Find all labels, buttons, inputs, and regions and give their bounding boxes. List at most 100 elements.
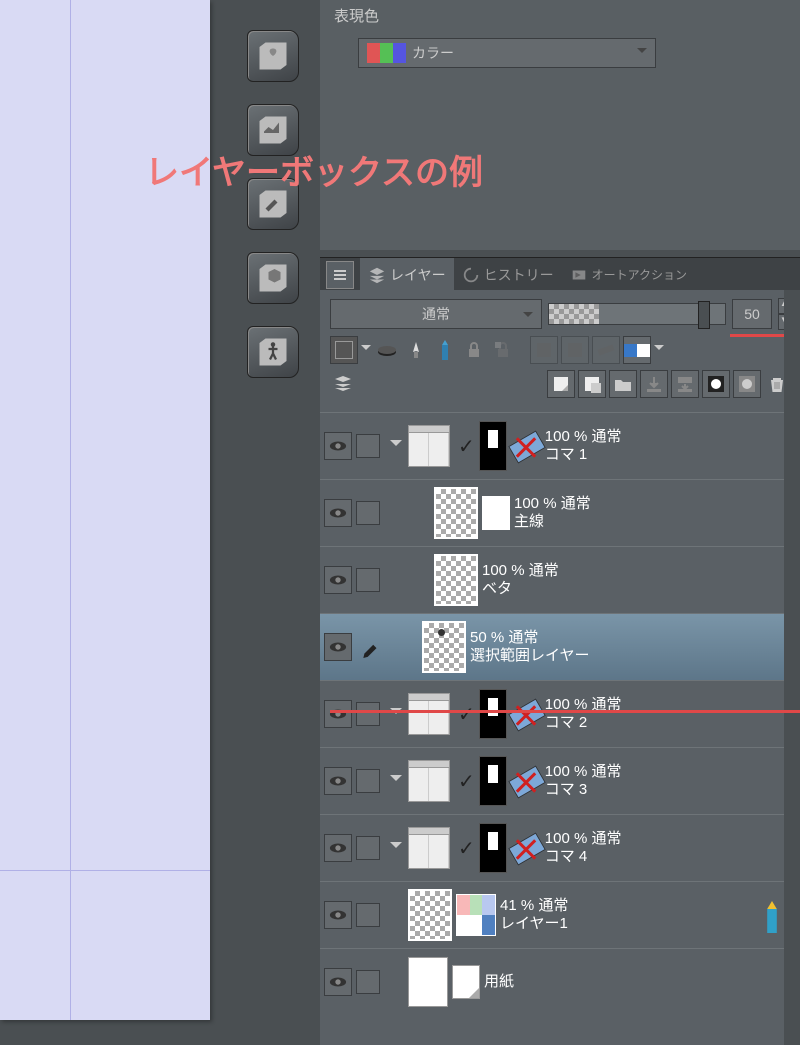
- layer-info: 100 % 通常: [545, 830, 622, 848]
- ruler-disabled-icon[interactable]: [511, 431, 541, 461]
- material-favorites-icon[interactable]: [247, 30, 299, 82]
- tab-autoaction[interactable]: オートアクション: [562, 258, 695, 291]
- lock-slot[interactable]: [356, 836, 380, 860]
- autoaction-icon: [570, 266, 588, 284]
- mask-thumbnail[interactable]: [479, 689, 507, 739]
- layer-name[interactable]: 主線: [514, 513, 591, 531]
- draft-layer-button[interactable]: [432, 337, 458, 363]
- new-raster-layer-button[interactable]: [547, 370, 575, 398]
- visibility-toggle[interactable]: [324, 834, 352, 862]
- transfer-down-button[interactable]: [640, 370, 668, 398]
- lock-slot[interactable]: [356, 970, 380, 994]
- visibility-toggle[interactable]: [324, 432, 352, 460]
- lock-slot[interactable]: [356, 501, 380, 525]
- lock-transparent-button[interactable]: [490, 337, 516, 363]
- color-mode-value: カラー: [412, 43, 454, 63]
- draft-pencil-icon: [764, 900, 780, 934]
- folder-thumbnail: [408, 760, 450, 802]
- layer-name[interactable]: コマ 3: [545, 781, 622, 799]
- dropdown-arrow-icon: [523, 312, 533, 322]
- folder-thumbnail: [408, 827, 450, 869]
- layer-row[interactable]: ✓ 100 % 通常コマ 1: [320, 412, 800, 479]
- layer-thumbnail[interactable]: [434, 487, 478, 539]
- lock-slot[interactable]: [356, 903, 380, 927]
- expand-toggle[interactable]: [390, 440, 402, 452]
- layer-thumbnail[interactable]: [434, 554, 478, 606]
- checkmark-icon: ✓: [458, 702, 475, 727]
- new-folder-button[interactable]: [609, 370, 637, 398]
- visibility-toggle[interactable]: [324, 566, 352, 594]
- visibility-toggle[interactable]: [324, 633, 352, 661]
- tab-history[interactable]: ヒストリー: [454, 258, 562, 291]
- layer-row[interactable]: ✓ 100 % 通常コマ 2: [320, 680, 800, 747]
- lock-slot[interactable]: [356, 434, 380, 458]
- tab-layer-label: レイヤー: [390, 265, 446, 285]
- ruler-show-button[interactable]: [592, 336, 620, 364]
- apply-mask-button[interactable]: [733, 370, 761, 398]
- visibility-toggle[interactable]: [324, 499, 352, 527]
- layer-name[interactable]: 選択範囲レイヤー: [470, 647, 590, 665]
- layer-row[interactable]: 50 % 通常選択範囲レイヤー: [320, 613, 800, 680]
- opacity-slider[interactable]: [548, 303, 726, 325]
- layer-thumbnail[interactable]: [408, 889, 452, 941]
- checkmark-icon: ✓: [458, 836, 475, 861]
- visibility-toggle[interactable]: [324, 700, 352, 728]
- folder-thumbnail: [408, 425, 450, 467]
- visibility-toggle[interactable]: [324, 968, 352, 996]
- lock-slot[interactable]: [356, 769, 380, 793]
- layer-name[interactable]: レイヤー1: [500, 915, 568, 933]
- lock-slot[interactable]: [356, 568, 380, 592]
- opacity-value[interactable]: 50: [732, 299, 772, 329]
- layer-name[interactable]: 用紙: [484, 973, 514, 991]
- clip-mask-button[interactable]: [374, 337, 400, 363]
- checkmark-icon: ✓: [458, 769, 475, 794]
- layer-row[interactable]: 100 % 通常主線: [320, 479, 800, 546]
- layer-row[interactable]: 100 % 通常ベタ: [320, 546, 800, 613]
- material-3d-icon[interactable]: [247, 252, 299, 304]
- reference-layer-button[interactable]: [403, 337, 429, 363]
- layer-name[interactable]: ベタ: [482, 580, 559, 598]
- property-label-expression-color: 表現色: [334, 5, 800, 26]
- mask-enable-button[interactable]: [530, 336, 558, 364]
- layer-row[interactable]: 用紙: [320, 948, 800, 1015]
- layer-thumbnail[interactable]: [422, 621, 466, 673]
- expand-toggle[interactable]: [390, 842, 402, 854]
- panel-menu-button[interactable]: [326, 261, 354, 289]
- visibility-toggle[interactable]: [324, 767, 352, 795]
- ruler-disabled-icon[interactable]: [511, 766, 541, 796]
- layer-row[interactable]: ✓ 100 % 通常コマ 4: [320, 814, 800, 881]
- new-vector-layer-button[interactable]: [578, 370, 606, 398]
- expand-toggle[interactable]: [390, 775, 402, 787]
- layer-color-button[interactable]: [330, 336, 358, 364]
- color-mode-dropdown[interactable]: カラー: [358, 38, 656, 68]
- chevron-down-icon: [361, 345, 371, 355]
- palette-menu-button[interactable]: [330, 371, 356, 397]
- mask-thumbnail[interactable]: [479, 823, 507, 873]
- scrollbar[interactable]: [784, 290, 800, 1045]
- visibility-toggle[interactable]: [324, 901, 352, 929]
- layer-row[interactable]: ✓ 100 % 通常コマ 3: [320, 747, 800, 814]
- lock-button[interactable]: [461, 337, 487, 363]
- layer-name[interactable]: コマ 4: [545, 848, 622, 866]
- dropdown-arrow-icon: [637, 48, 647, 58]
- lock-slot[interactable]: [356, 702, 380, 726]
- tab-layer[interactable]: レイヤー: [360, 258, 454, 291]
- material-pose-icon[interactable]: [247, 326, 299, 378]
- layer-stack-icon: [368, 266, 386, 284]
- mask-thumbnail[interactable]: [479, 756, 507, 806]
- layer-name[interactable]: コマ 2: [545, 714, 622, 732]
- ruler-disabled-icon[interactable]: [511, 833, 541, 863]
- merge-down-button[interactable]: [671, 370, 699, 398]
- paper-thumbnail[interactable]: [408, 957, 448, 1007]
- mask-thumbnail[interactable]: [479, 421, 507, 471]
- blend-mode-dropdown[interactable]: 通常: [330, 299, 542, 329]
- ruler-disabled-icon[interactable]: [511, 699, 541, 729]
- mask-link-button[interactable]: [561, 336, 589, 364]
- layer-color-swatch[interactable]: [623, 336, 651, 364]
- create-mask-button[interactable]: [702, 370, 730, 398]
- page-icon: [452, 965, 480, 999]
- annotation-overlay-text: レイヤーボックスの例: [145, 145, 483, 194]
- layer-row[interactable]: 41 % 通常レイヤー1: [320, 881, 800, 948]
- folder-thumbnail: [408, 693, 450, 735]
- layer-name[interactable]: コマ 1: [545, 446, 622, 464]
